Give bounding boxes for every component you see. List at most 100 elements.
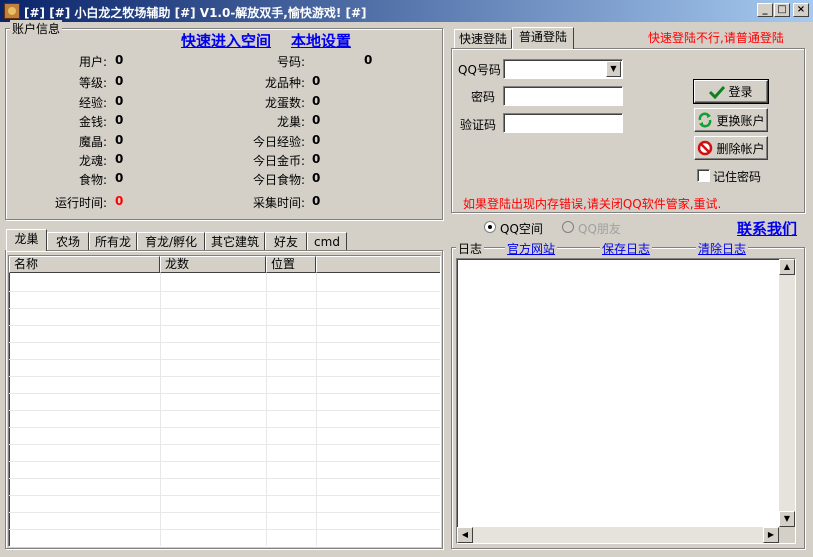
table-row-line (9, 359, 440, 360)
account-right-label: 今日经验: (252, 135, 305, 149)
tab-quick-login[interactable]: 快速登陆 (454, 29, 512, 49)
dragon-tab[interactable]: 龙巢 (6, 229, 47, 251)
account-left-value: 0 (115, 53, 124, 67)
table-column-line (316, 273, 317, 546)
no-entry-icon (698, 140, 713, 156)
dragon-tab[interactable]: cmd (307, 232, 347, 252)
checkmark-icon (709, 85, 726, 99)
table-row-line (9, 291, 440, 292)
table-row-line (9, 410, 440, 411)
qzone-radio[interactable] (484, 221, 496, 233)
change-account-label: 更换账户 (716, 113, 765, 128)
dragon-tab[interactable]: 所有龙 (89, 232, 137, 252)
scroll-down-icon[interactable]: ▼ (779, 511, 795, 527)
dragon-tab[interactable]: 育龙/孵化 (137, 232, 205, 252)
log-legend: 日志 (456, 240, 485, 257)
account-info-group (5, 28, 443, 220)
table-row-line (9, 444, 440, 445)
qq-friend-radio-label: QQ朋友 (578, 222, 621, 236)
dragon-tab[interactable]: 好友 (265, 232, 307, 252)
log-vertical-scrollbar[interactable]: ▲ ▼ (779, 259, 795, 527)
table-row-line (9, 546, 440, 547)
scrollbar-corner (779, 527, 795, 543)
account-left-label: 金钱: (78, 115, 107, 129)
table-row-line (9, 342, 440, 343)
log-textarea[interactable]: ▲ ▼ ◀ ▶ (456, 258, 796, 544)
table-row-line (9, 427, 440, 428)
dragon-tab[interactable]: 农场 (47, 232, 89, 252)
account-right-value: 0 (312, 113, 321, 127)
table-row-line (9, 325, 440, 326)
account-right-label: 号码: (276, 55, 305, 69)
account-left-value: 0 (115, 94, 124, 108)
account-left-value: 0 (115, 74, 124, 88)
account-left-label: 等级: (78, 76, 107, 90)
account-left-label: 魔晶: (78, 135, 107, 149)
remember-password-checkbox[interactable] (697, 169, 710, 182)
tab-normal-login[interactable]: 普通登陆 (512, 27, 574, 49)
account-right-label: 采集时间: (252, 196, 305, 210)
refresh-icon (699, 112, 712, 128)
table-row-line (9, 308, 440, 309)
account-left-value: 0 (115, 194, 124, 208)
delete-account-button[interactable]: 删除帐户 (694, 136, 768, 160)
scroll-left-icon[interactable]: ◀ (457, 527, 473, 543)
save-log-link[interactable]: 保存日志 (600, 240, 653, 257)
qq-number-label: QQ号码 (458, 63, 501, 77)
captcha-label: 验证码 (460, 118, 497, 132)
scroll-up-icon[interactable]: ▲ (779, 259, 795, 275)
app-dragon-icon (4, 3, 20, 19)
account-left-value: 0 (115, 152, 124, 166)
password-input[interactable] (503, 86, 623, 106)
column-header-position[interactable]: 位置 (266, 256, 316, 273)
dragon-list-table[interactable]: 名称 龙数 位置 (8, 255, 441, 547)
table-row-line (9, 529, 440, 530)
window-title: [#] [#] 小白龙之牧场辅助 [#] V1.0-解放双手,愉快游戏! [#] (24, 6, 367, 20)
qq-friend-radio[interactable] (562, 221, 574, 233)
close-button[interactable]: × (793, 3, 809, 17)
account-left-label: 龙魂: (78, 154, 107, 168)
account-left-label: 经验: (78, 96, 107, 110)
account-right-value: 0 (312, 133, 321, 147)
table-row-line (9, 512, 440, 513)
maximize-button[interactable]: □ (774, 3, 790, 17)
account-right-label: 今日食物: (252, 173, 305, 187)
account-info-legend: 账户信息 (10, 20, 63, 37)
contact-us-link[interactable]: 联系我们 (737, 218, 797, 239)
title-bar[interactable]: [#] [#] 小白龙之牧场辅助 [#] V1.0-解放双手,愉快游戏! [#]… (0, 0, 813, 22)
column-header-name[interactable]: 名称 (9, 256, 160, 273)
change-account-button[interactable]: 更换账户 (694, 108, 768, 132)
clear-log-link[interactable]: 清除日志 (696, 240, 749, 257)
column-header-filler (316, 256, 440, 273)
account-right-value: 0 (312, 171, 321, 185)
qzone-radio-label: QQ空间 (500, 222, 543, 236)
account-left-value: 0 (115, 171, 124, 185)
account-right-label: 龙品种: (264, 76, 305, 90)
table-row-line (9, 461, 440, 462)
account-right-value: 0 (312, 194, 321, 208)
quick-login-hint: 快速登陆不行,请普通登陆 (648, 31, 784, 45)
login-button[interactable]: 登录 (693, 79, 769, 104)
quick-enter-space-link[interactable]: 快速进入空间 (181, 30, 271, 51)
table-row-line (9, 376, 440, 377)
local-settings-link[interactable]: 本地设置 (291, 30, 351, 51)
official-site-link[interactable]: 官方网站 (505, 240, 558, 257)
column-header-count[interactable]: 龙数 (160, 256, 266, 273)
account-left-label: 食物: (78, 173, 107, 187)
captcha-input[interactable] (503, 113, 623, 133)
minimize-button[interactable]: _ (757, 3, 773, 17)
account-left-value: 0 (115, 113, 124, 127)
scroll-right-icon[interactable]: ▶ (763, 527, 779, 543)
password-label: 密码 (471, 90, 496, 104)
account-right-value: 0 (312, 74, 321, 88)
account-right-value: 0 (312, 152, 321, 166)
qq-number-combo[interactable]: ▼ (503, 59, 623, 79)
table-column-line (266, 273, 267, 546)
delete-account-label: 删除帐户 (716, 141, 765, 156)
account-right-label: 龙蛋数: (264, 96, 305, 110)
remember-password-label: 记住密码 (713, 170, 762, 184)
log-horizontal-scrollbar[interactable]: ◀ ▶ (457, 527, 779, 543)
dragon-tab[interactable]: 其它建筑 (205, 232, 265, 252)
table-row-line (9, 393, 440, 394)
combo-dropdown-arrow-icon[interactable]: ▼ (606, 61, 621, 77)
